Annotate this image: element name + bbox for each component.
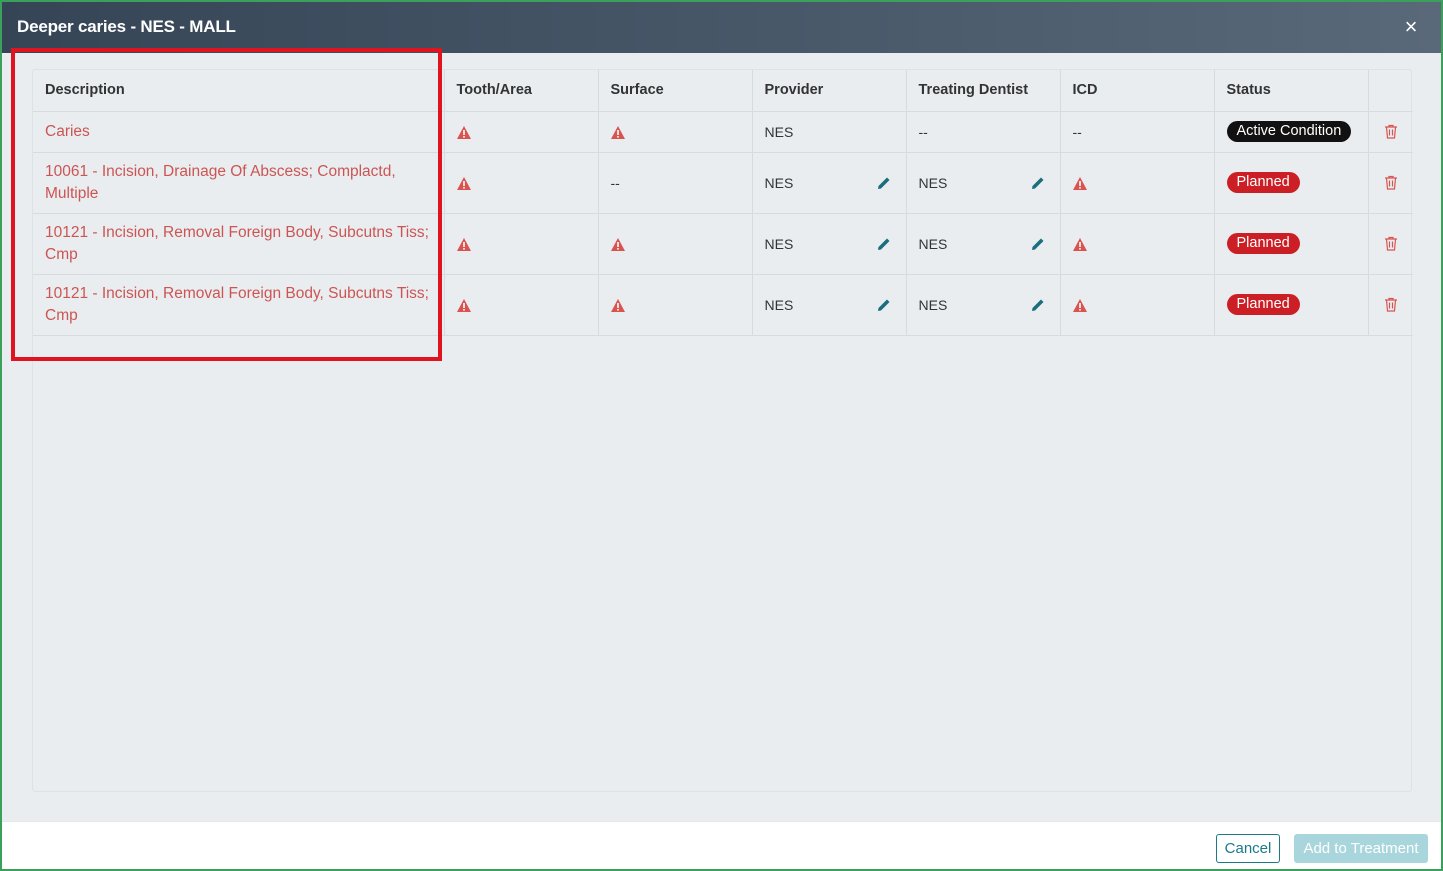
row-provider-value: NES: [764, 235, 794, 252]
row-actions: [1368, 111, 1413, 153]
row-icd[interactable]: [1060, 152, 1215, 214]
status-badge: Planned: [1226, 233, 1300, 254]
table-header-row: Description Tooth/Area Surface Provider …: [33, 70, 1413, 112]
row-surface: --: [598, 152, 753, 214]
row-tooth-area[interactable]: [444, 111, 599, 153]
header-actions: [1368, 70, 1413, 112]
add-to-treatment-button[interactable]: Add to Treatment: [1294, 834, 1428, 863]
procedures-table: Description Tooth/Area Surface Provider …: [33, 70, 1413, 336]
table-row: Caries NES -- -- Active Condition: [33, 111, 1413, 153]
modal-dialog: Deeper caries - NES - MALL × Description…: [0, 0, 1443, 871]
row-actions: [1368, 152, 1413, 214]
warning-icon: [1072, 299, 1087, 313]
pencil-icon[interactable]: [876, 236, 892, 252]
warning-icon: [610, 126, 625, 140]
warning-icon: [610, 238, 625, 252]
trash-icon[interactable]: [1384, 175, 1398, 190]
row-surface[interactable]: [598, 274, 753, 336]
modal-title: Deeper caries - NES - MALL: [17, 17, 236, 36]
header-icd: ICD: [1060, 70, 1215, 112]
table-row: 10121 - Incision, Removal Foreign Body, …: [33, 213, 1413, 275]
row-treating-dentist: NES: [906, 152, 1061, 214]
row-treating-dentist-value: NES: [918, 296, 948, 313]
header-provider: Provider: [752, 70, 907, 112]
row-tooth-area[interactable]: [444, 152, 599, 214]
status-badge: Planned: [1226, 172, 1300, 193]
row-treating-dentist-value: NES: [918, 235, 948, 252]
row-tooth-area[interactable]: [444, 274, 599, 336]
pencil-icon[interactable]: [1030, 236, 1046, 252]
row-status: Planned: [1214, 274, 1369, 336]
row-surface[interactable]: [598, 111, 753, 153]
row-provider-value: NES: [764, 296, 794, 313]
row-icd[interactable]: [1060, 274, 1215, 336]
warning-icon: [1072, 177, 1087, 191]
header-tooth-area: Tooth/Area: [444, 70, 599, 112]
trash-icon[interactable]: [1384, 297, 1398, 312]
row-treating-dentist: NES: [906, 274, 1061, 336]
warning-icon: [610, 299, 625, 313]
modal-body: Description Tooth/Area Surface Provider …: [2, 53, 1441, 821]
header-treating-dentist: Treating Dentist: [906, 70, 1061, 112]
status-badge: Active Condition: [1226, 121, 1352, 142]
row-treating-dentist: NES: [906, 213, 1061, 275]
row-provider: NES: [752, 111, 907, 153]
row-treating-dentist-value: NES: [918, 174, 948, 191]
modal-footer: Cancel Add to Treatment: [2, 821, 1441, 869]
row-provider-value: NES: [764, 174, 794, 191]
row-actions: [1368, 213, 1413, 275]
row-provider: NES: [752, 274, 907, 336]
pencil-icon[interactable]: [1030, 175, 1046, 191]
modal-header: Deeper caries - NES - MALL ×: [2, 2, 1441, 53]
procedures-table-panel: Description Tooth/Area Surface Provider …: [32, 69, 1413, 792]
row-description: 10121 - Incision, Removal Foreign Body, …: [33, 213, 445, 275]
row-icd: --: [1060, 111, 1215, 153]
row-provider: NES: [752, 213, 907, 275]
warning-icon: [456, 177, 471, 191]
header-status: Status: [1214, 70, 1369, 112]
trash-icon[interactable]: [1384, 236, 1398, 251]
row-description: 10061 - Incision, Drainage Of Abscess; C…: [33, 152, 445, 214]
table-row: 10061 - Incision, Drainage Of Abscess; C…: [33, 152, 1413, 214]
row-tooth-area[interactable]: [444, 213, 599, 275]
row-status: Active Condition: [1214, 111, 1369, 153]
trash-icon[interactable]: [1384, 124, 1398, 139]
pencil-icon[interactable]: [876, 297, 892, 313]
cancel-button[interactable]: Cancel: [1216, 834, 1280, 863]
close-icon[interactable]: ×: [1400, 16, 1422, 38]
row-status: Planned: [1214, 213, 1369, 275]
warning-icon: [456, 126, 471, 140]
row-status: Planned: [1214, 152, 1369, 214]
pencil-icon[interactable]: [876, 175, 892, 191]
header-description: Description: [33, 70, 445, 112]
row-treating-dentist: --: [906, 111, 1061, 153]
row-surface[interactable]: [598, 213, 753, 275]
row-actions: [1368, 274, 1413, 336]
header-surface: Surface: [598, 70, 753, 112]
pencil-icon[interactable]: [1030, 297, 1046, 313]
status-badge: Planned: [1226, 294, 1300, 315]
warning-icon: [456, 238, 471, 252]
row-description: 10121 - Incision, Removal Foreign Body, …: [33, 274, 445, 336]
warning-icon: [1072, 238, 1087, 252]
row-icd[interactable]: [1060, 213, 1215, 275]
row-provider: NES: [752, 152, 907, 214]
row-description: Caries: [33, 111, 445, 153]
warning-icon: [456, 299, 471, 313]
table-row: 10121 - Incision, Removal Foreign Body, …: [33, 274, 1413, 336]
